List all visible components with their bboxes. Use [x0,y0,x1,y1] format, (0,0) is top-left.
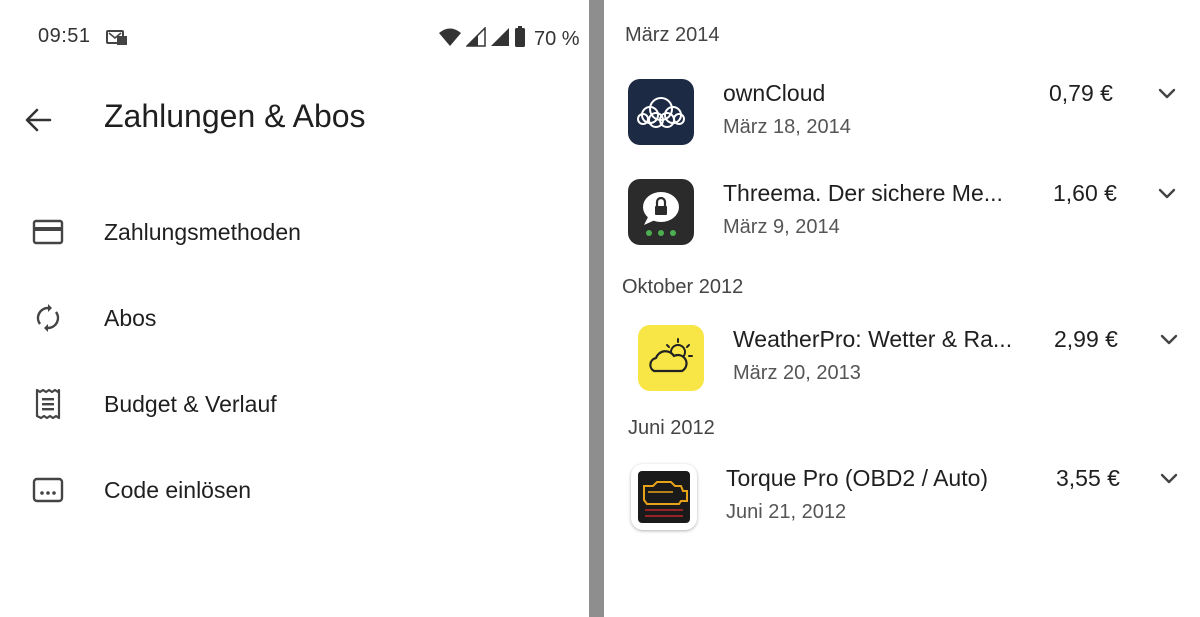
sync-icon [32,302,64,334]
torque-obd-icon [631,464,697,530]
section-header: März 2014 [625,24,720,46]
purchase-date: März 9, 2014 [723,216,840,238]
menu-item-label: Budget & Verlauf [104,390,277,417]
menu-item-subscriptions[interactable]: Abos [0,288,589,348]
purchase-date: März 18, 2014 [723,116,851,138]
app-name: Torque Pro (OBD2 / Auto) [726,465,989,491]
app-name: Threema. Der sichere Me... [723,180,1003,206]
menu-item-label: Code einlösen [104,476,252,503]
notification-icon [106,28,128,51]
status-time: 09:51 [38,25,91,47]
purchase-history-pane: März 2014 ownCloud März 18, 2014 0,79 € [604,0,1200,617]
app-name: ownCloud [723,80,826,106]
purchase-price: 3,55 € [1056,465,1120,491]
threema-icon [628,179,694,245]
section-header: Juni 2012 [628,417,715,439]
wifi-icon [438,27,462,52]
menu-item-label: Abos [104,304,157,331]
menu-item-redeem-code[interactable]: Code einlösen [0,460,589,520]
purchase-date: Juni 21, 2012 [726,501,847,523]
chevron-down-icon[interactable] [1157,467,1181,491]
receipt-icon [32,388,64,420]
settings-pane: 09:51 70 % Zahlungen & Abos Zahlungsmeth… [0,0,589,617]
signal-icon [465,26,486,52]
purchase-item-torque[interactable]: Torque Pro (OBD2 / Auto) Juni 21, 2012 3… [604,455,1200,545]
weatherpro-icon [638,325,704,391]
purchase-item-owncloud[interactable]: ownCloud März 18, 2014 0,79 € [604,70,1200,160]
redeem-code-icon [32,474,64,506]
pane-divider [589,0,604,617]
purchase-price: 0,79 € [1049,80,1113,106]
purchase-date: März 20, 2013 [733,362,861,384]
menu-item-payment-methods[interactable]: Zahlungsmethoden [0,202,589,262]
section-header: Oktober 2012 [622,276,744,298]
app-name: WeatherPro: Wetter & Ra... [733,326,1013,352]
back-button[interactable] [18,100,58,140]
arrow-back-icon [25,108,52,132]
purchase-item-threema[interactable]: Threema. Der sichere Me... März 9, 2014 … [604,170,1200,260]
owncloud-icon [628,79,694,145]
battery-icon [514,26,526,53]
chevron-down-icon[interactable] [1157,328,1181,352]
system-icons: 70 % [438,26,580,53]
signal-icon [490,27,510,52]
chevron-down-icon[interactable] [1155,82,1179,106]
menu-item-label: Zahlungsmethoden [104,218,301,245]
battery-level: 70 % [534,28,580,50]
page-title: Zahlungen & Abos [104,98,366,134]
chevron-down-icon[interactable] [1155,182,1179,206]
purchase-price: 2,99 € [1054,326,1118,352]
menu-item-budget-history[interactable]: Budget & Verlauf [0,374,589,434]
purchase-item-weatherpro[interactable]: WeatherPro: Wetter & Ra... März 20, 2013… [604,316,1200,406]
credit-card-icon [32,216,64,248]
purchase-price: 1,60 € [1053,180,1117,206]
